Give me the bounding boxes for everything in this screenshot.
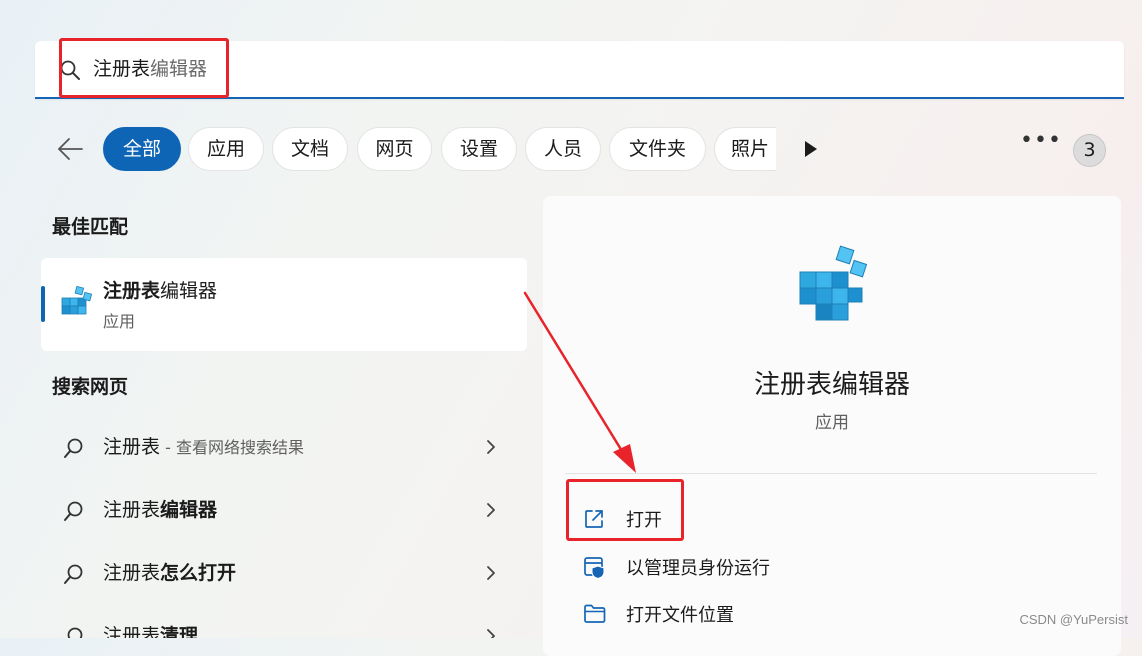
best-match-item[interactable]: 注册表编辑器 应用 [41, 258, 527, 351]
web-result-prefix: 注册表 [103, 625, 161, 638]
chevron-right-icon[interactable] [485, 565, 497, 581]
web-search-heading: 搜索网页 [52, 376, 129, 398]
more-options-icon[interactable]: ••• [1020, 128, 1062, 153]
folder-icon [583, 603, 607, 625]
filter-chip-all[interactable]: 全部 [103, 127, 181, 171]
web-result-row[interactable]: 注册表编辑器 [41, 481, 527, 537]
filter-chip-web[interactable]: 网页 [357, 127, 432, 171]
run-as-admin-icon [583, 556, 607, 580]
search-typed-text: 注册表 [93, 58, 151, 80]
filter-chip-documents[interactable]: 文档 [272, 127, 348, 171]
best-match-type: 应用 [103, 312, 136, 331]
back-arrow-icon[interactable] [56, 136, 84, 162]
web-result-text: 注册表清理 [103, 621, 198, 638]
web-result-row[interactable]: 注册表清理 [41, 607, 527, 638]
search-input[interactable]: 注册表编辑器 [93, 55, 207, 83]
best-match-title: 注册表编辑器 [103, 276, 217, 303]
app-detail-type: 应用 [815, 413, 849, 433]
web-result-suffix: 编辑器 [160, 499, 218, 521]
chevron-right-icon[interactable] [485, 628, 497, 638]
filter-chip-folders[interactable]: 文件夹 [609, 127, 706, 171]
web-result-suffix: 怎么打开 [160, 562, 237, 584]
search-icon [59, 59, 81, 81]
filter-chip-settings[interactable]: 设置 [441, 127, 517, 171]
web-result-row[interactable]: 注册表 - 查看网络搜索结果 [41, 418, 527, 474]
action-open-label: 打开 [626, 510, 662, 531]
best-match-title-rest: 编辑器 [160, 280, 218, 302]
best-match-title-highlight: 注册表 [103, 280, 161, 302]
web-result-row[interactable]: 注册表怎么打开 [41, 544, 527, 600]
web-result-prefix: 注册表 [103, 499, 161, 521]
chevron-right-icon[interactable] [485, 439, 497, 455]
web-result-text: 注册表 - 查看网络搜索结果 [103, 432, 304, 459]
web-result-prefix: 注册表 [103, 562, 161, 584]
search-bar[interactable]: 注册表编辑器 [35, 41, 1124, 99]
filter-chip-apps[interactable]: 应用 [188, 127, 264, 171]
notification-count-badge[interactable]: 3 [1073, 134, 1106, 167]
scroll-right-icon[interactable] [804, 140, 818, 158]
search-icon [63, 437, 85, 459]
search-icon [63, 626, 85, 638]
chevron-right-icon[interactable] [485, 502, 497, 518]
app-detail-title: 注册表编辑器 [753, 370, 910, 400]
action-open-file-location-label: 打开文件位置 [626, 605, 734, 626]
search-autocomplete-text: 编辑器 [150, 58, 208, 80]
filter-chip-photos[interactable]: 照片 [714, 127, 776, 171]
web-result-text: 注册表编辑器 [103, 495, 217, 522]
web-result-prefix: 注册表 [103, 436, 161, 458]
divider [565, 473, 1097, 474]
web-result-text: 注册表怎么打开 [103, 558, 236, 585]
selection-indicator [41, 286, 45, 322]
watermark-text: CSDN @YuPersist [1019, 612, 1128, 627]
web-result-suffix: 清理 [160, 625, 199, 638]
open-external-icon [583, 508, 605, 530]
app-detail-panel: 注册表编辑器 应用 打开 以管理员身份运行 打开文件位置 [543, 196, 1121, 656]
search-icon [63, 500, 85, 522]
best-match-heading: 最佳匹配 [52, 216, 129, 238]
registry-editor-icon [59, 284, 93, 320]
registry-editor-icon [796, 242, 868, 326]
filter-chip-people[interactable]: 人员 [525, 127, 601, 171]
action-run-as-admin-label: 以管理员身份运行 [626, 558, 770, 579]
web-result-hint: - 查看网络搜索结果 [160, 438, 304, 457]
search-icon [63, 563, 85, 585]
